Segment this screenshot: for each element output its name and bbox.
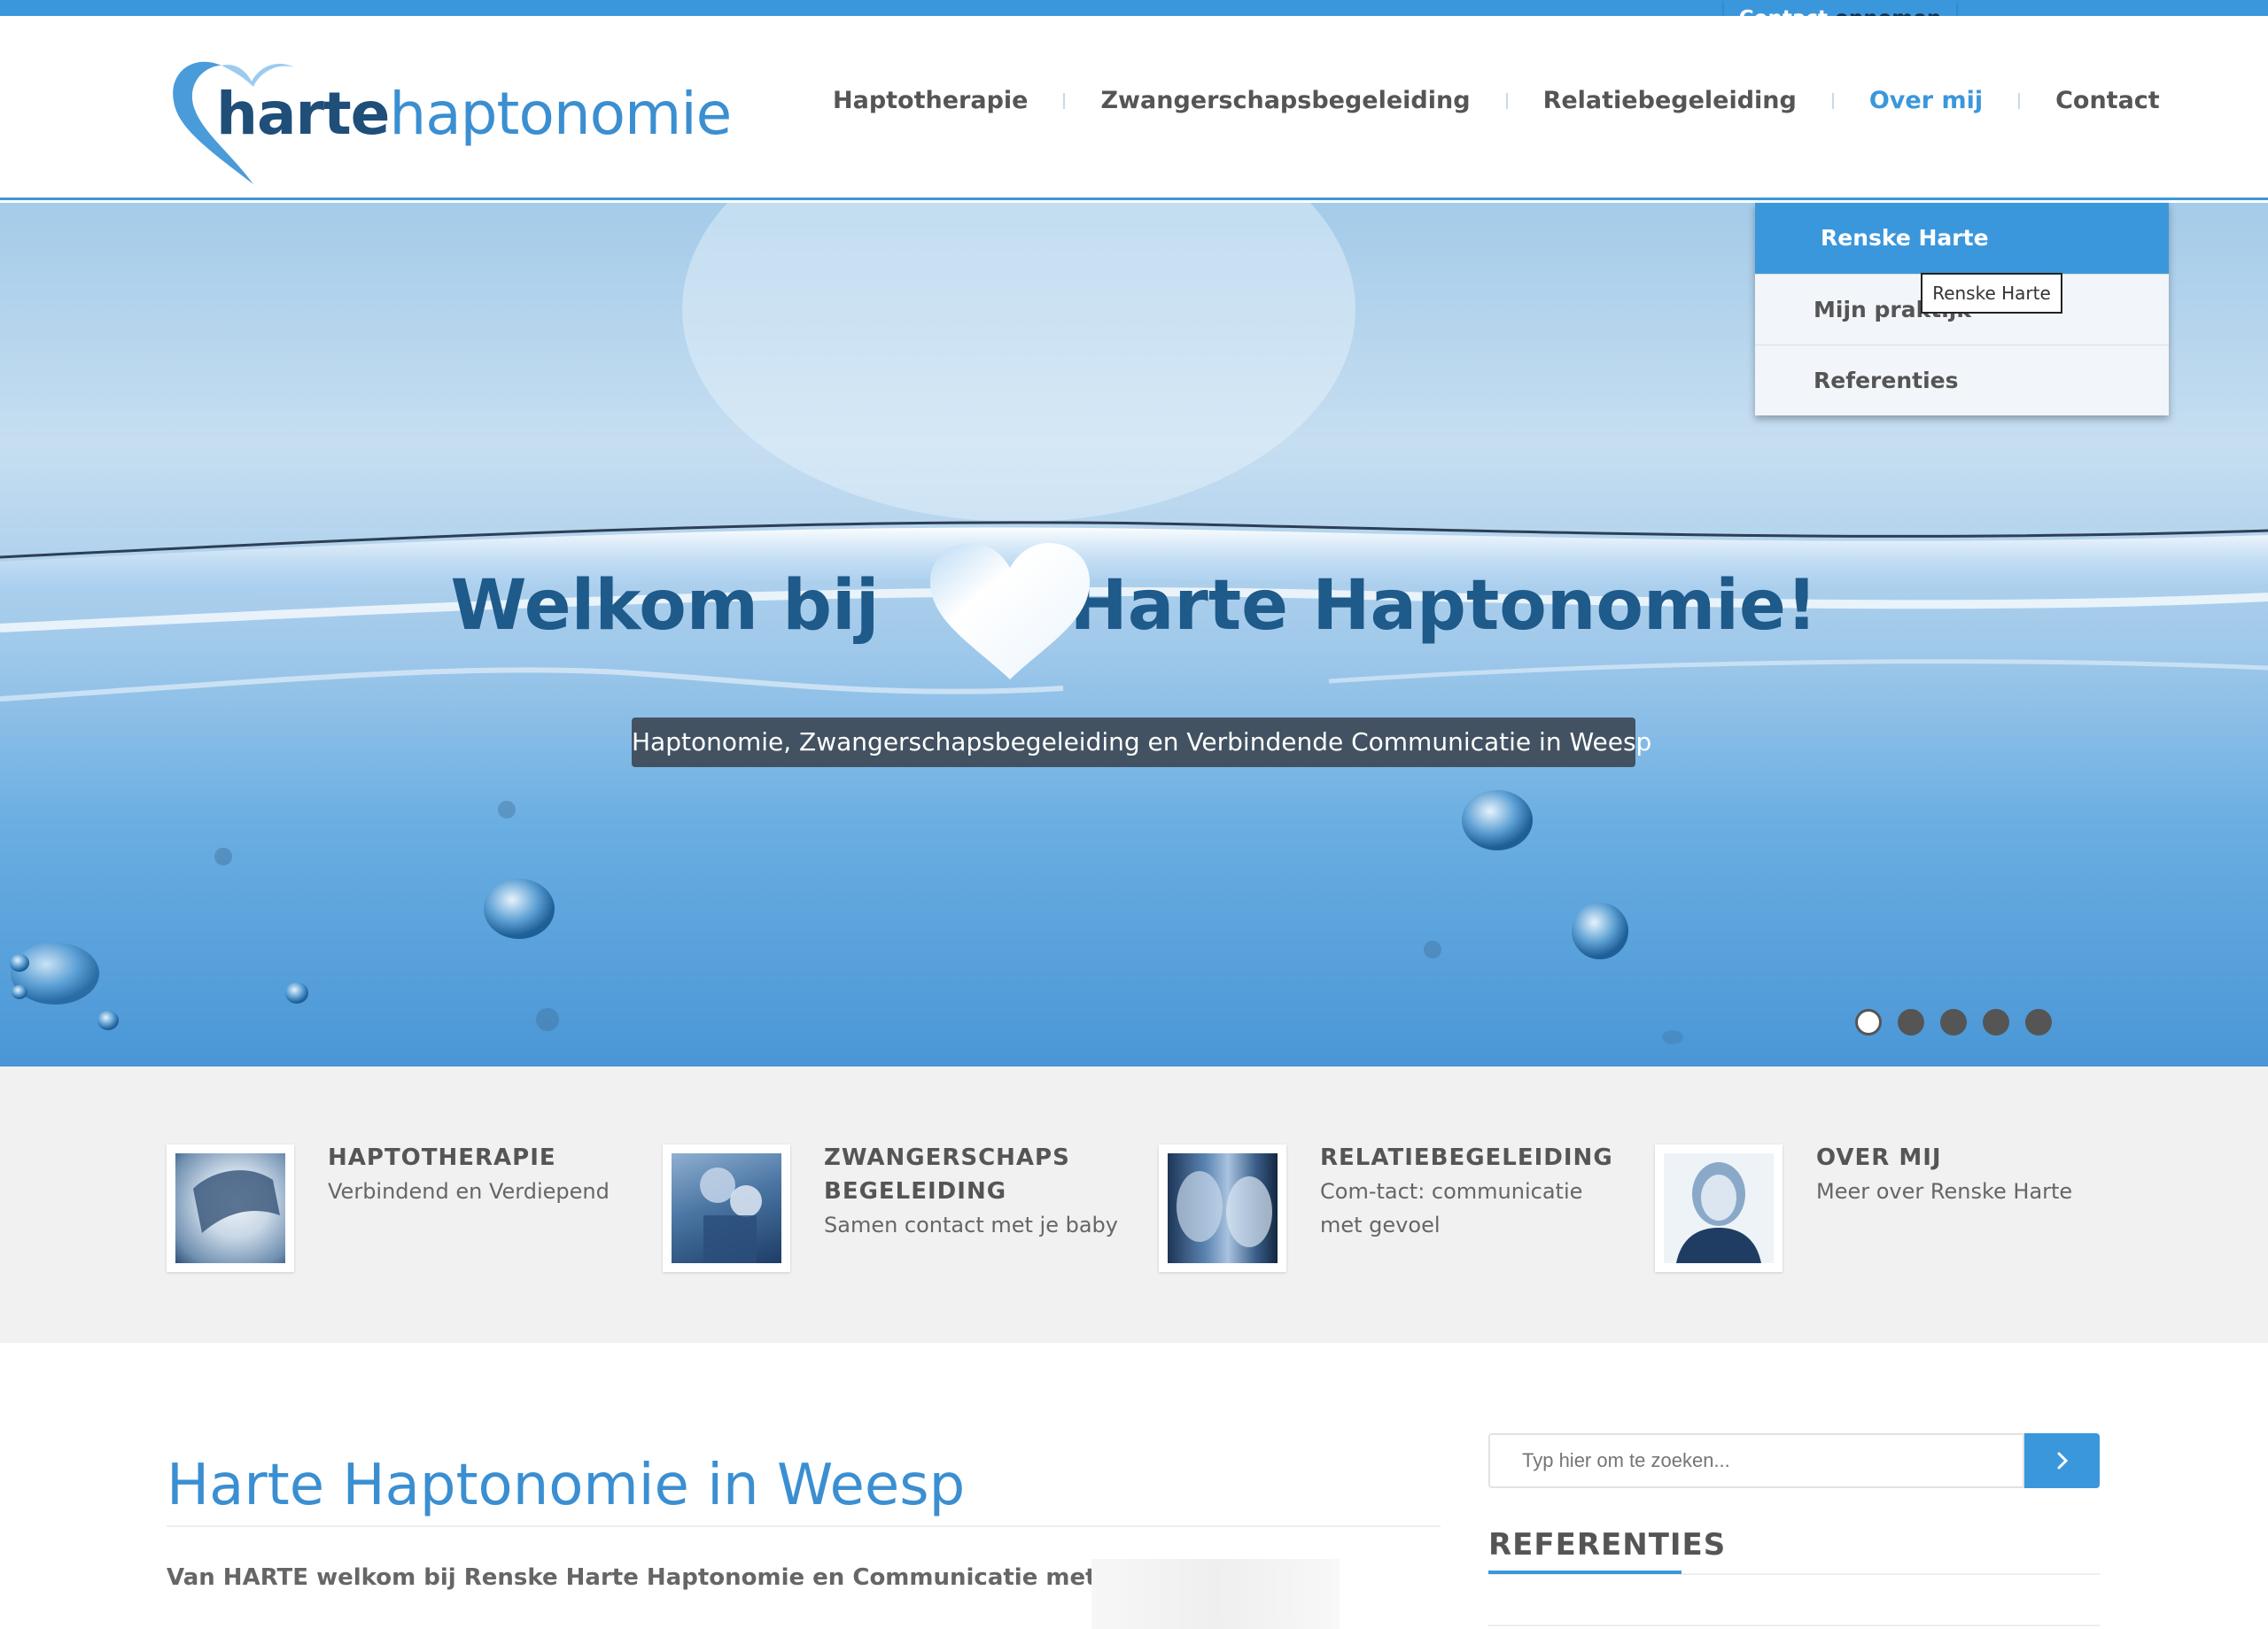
photo-haptotherapie	[175, 1153, 285, 1263]
sidebar-title-underline	[1488, 1571, 1682, 1574]
slider-dot-2[interactable]	[1898, 1009, 1924, 1036]
logo-wordmark: hartehaptonomie	[216, 80, 732, 148]
slider-dot-3[interactable]	[1940, 1009, 1967, 1036]
title-divider	[167, 1525, 1441, 1527]
feature-thumbnail[interactable]	[1655, 1144, 1783, 1272]
nav-item-haptotherapie[interactable]: Haptotherapie	[833, 87, 1028, 114]
slider-dots	[1855, 1009, 2068, 1036]
nav-separator	[1505, 92, 1508, 109]
chevron-right-icon	[2057, 1452, 2068, 1470]
feature-thumbnail[interactable]	[167, 1144, 294, 1272]
site-logo[interactable]: hartehaptonomie	[167, 46, 732, 188]
hero-title-right: Harte Haptonomie!	[1069, 566, 1818, 646]
feature-thumbnail[interactable]	[663, 1144, 790, 1272]
hero-subtitle: Haptonomie, Zwangerschapsbegeleiding en …	[632, 718, 1651, 767]
nav-item-over-mij[interactable]: Over mij	[1869, 87, 1983, 114]
sidebar-section-title: REFERENTIES	[1488, 1527, 1727, 1563]
search-button[interactable]	[2024, 1433, 2100, 1488]
photo-relatiebegeleiding	[1168, 1153, 1278, 1263]
hero-title: Welkom bij Harte Haptonomie!	[0, 566, 2268, 646]
main-navigation: Haptotherapie Zwangerschapsbegeleiding R…	[833, 87, 2160, 114]
nav-item-contact[interactable]: Contact	[2055, 87, 2160, 114]
nav-separator	[1831, 92, 1834, 109]
feature-subtitle: Meer over Renske Harte	[1816, 1179, 2073, 1204]
feature-subtitle: Samen contact met je baby	[824, 1213, 1118, 1237]
logo-light: haptonomie	[389, 80, 732, 148]
hero-title-left: Welkom bij	[450, 566, 880, 646]
photo-over-mij	[1664, 1153, 1774, 1263]
dropdown-item-referenties[interactable]: Referenties	[1755, 345, 2169, 415]
heart-icon	[930, 543, 1090, 679]
content-image	[1091, 1559, 1340, 1629]
slider-dot-1[interactable]	[1855, 1009, 1882, 1036]
feature-strip: HAPTOTHERAPIE Verbindend en Verdiepend Z…	[0, 1067, 2268, 1343]
feature-subtitle: Com-tact: communicatie met gevoel	[1320, 1179, 1583, 1237]
photo-zwangerschap	[672, 1153, 781, 1263]
nav-separator	[1063, 92, 1066, 109]
logo-bold: harte	[216, 80, 390, 148]
feature-title: ZWANGERSCHAPS BEGELEIDING	[824, 1144, 1070, 1205]
nav-item-relatiebegeleiding[interactable]: Relatiebegeleiding	[1543, 87, 1797, 114]
feature-subtitle: Verbindend en Verdiepend	[328, 1179, 610, 1204]
slider-dot-5[interactable]	[2025, 1009, 2052, 1036]
nav-separator	[2018, 92, 2021, 109]
site-header: hartehaptonomie Haptotherapie Zwangersch…	[0, 16, 2268, 200]
page-title: Harte Haptonomie in Weesp	[167, 1453, 966, 1518]
intro-text: Van HARTE welkom bij Renske Harte Hapton…	[167, 1564, 1192, 1591]
search-input[interactable]	[1488, 1433, 2024, 1488]
sidebar-divider	[1488, 1625, 2100, 1626]
feature-title: HAPTOTHERAPIE	[328, 1144, 556, 1171]
tooltip: Renske Harte	[1921, 273, 2062, 314]
feature-thumbnail[interactable]	[1159, 1144, 1286, 1272]
dropdown-item-renske-harte[interactable]: Renske Harte	[1755, 203, 2169, 274]
nav-item-zwangerschapsbegeleiding[interactable]: Zwangerschapsbegeleiding	[1100, 87, 1470, 114]
feature-title: OVER MIJ	[1816, 1144, 1942, 1171]
feature-title: RELATIEBEGELEIDING	[1320, 1144, 1613, 1171]
slider-dot-4[interactable]	[1983, 1009, 2009, 1036]
search-form	[1488, 1433, 2100, 1488]
